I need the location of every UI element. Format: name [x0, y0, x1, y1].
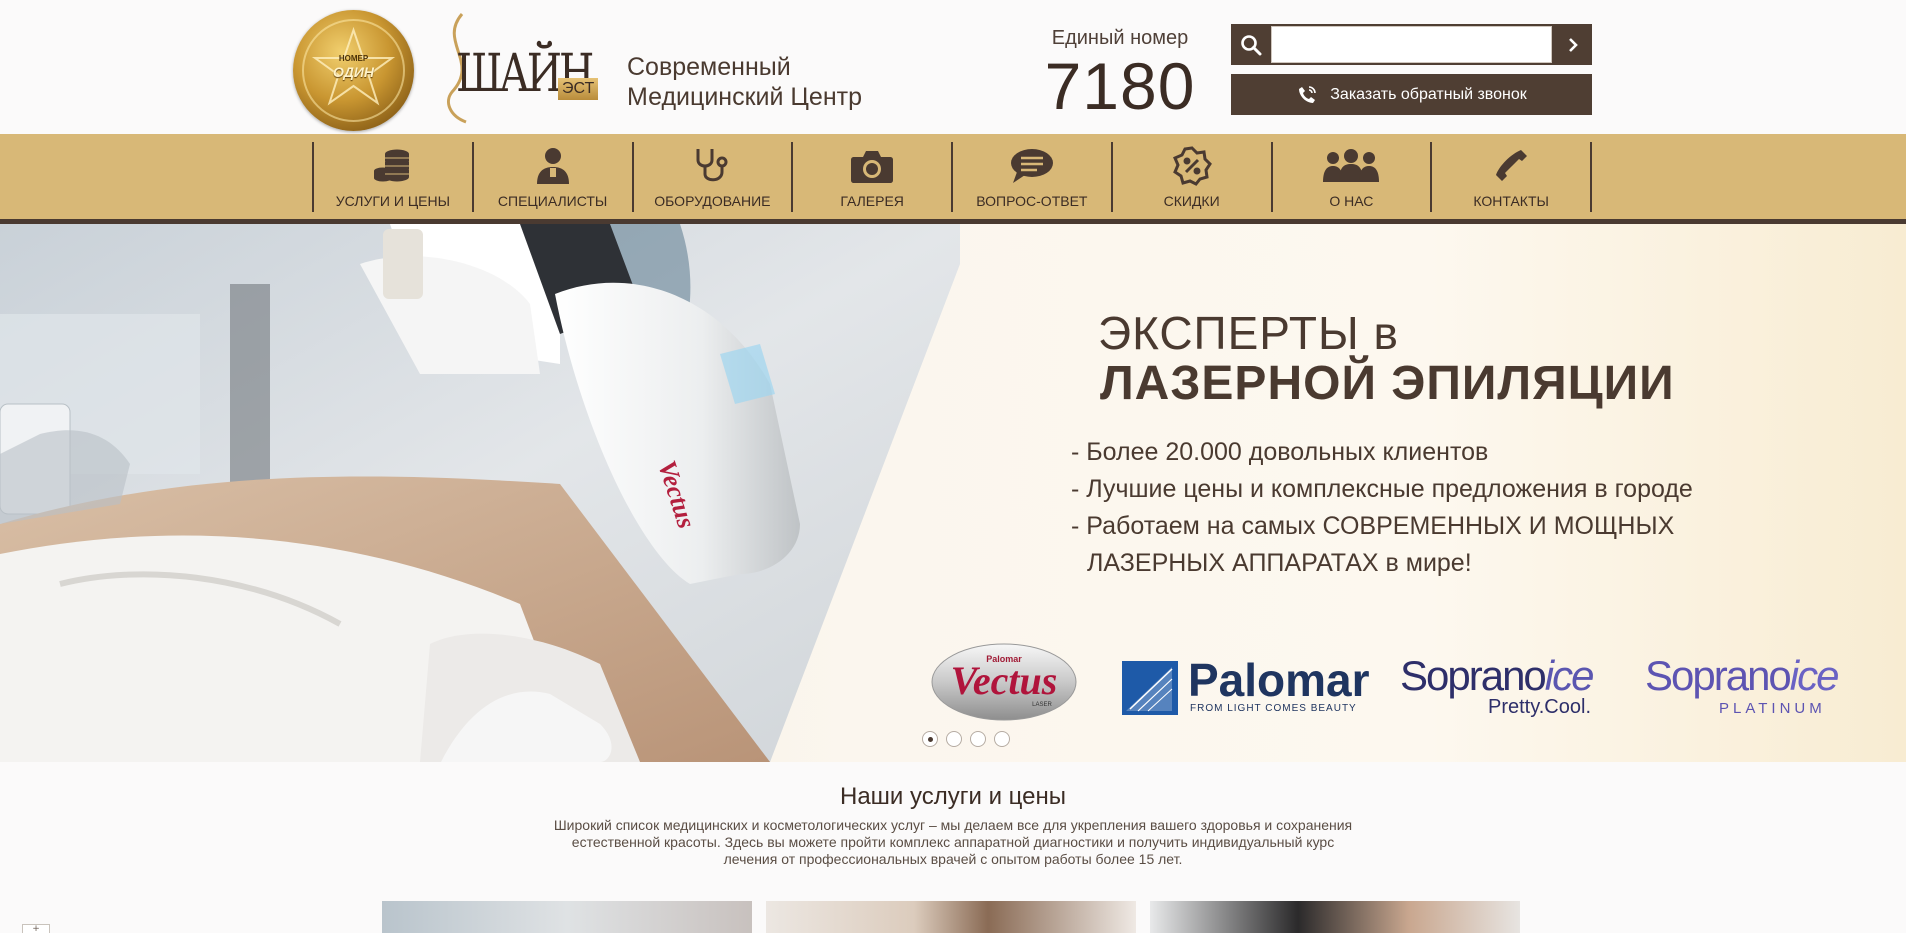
- nav-item-specialists[interactable]: СПЕЦИАЛИСТЫ: [474, 142, 634, 212]
- soprano-name: Soprano: [1400, 652, 1547, 699]
- tagline-line-2: Медицинский Центр: [627, 83, 862, 111]
- vectus-logo: Palomar Vectus LASER: [930, 642, 1078, 722]
- search-bar: [1231, 24, 1592, 65]
- coins-icon: [314, 146, 472, 186]
- hero-benefit: - Работаем на самых СОВРЕМЕННЫХ И МОЩНЫХ: [1071, 512, 1675, 540]
- search-input[interactable]: [1271, 26, 1552, 63]
- search-submit-chevron-icon[interactable]: [1553, 24, 1592, 65]
- tagline-line-1: Современный: [627, 53, 791, 81]
- nav-item-about[interactable]: О НАС: [1273, 142, 1433, 212]
- nav-label: ОБОРУДОВАНИЕ: [654, 193, 771, 209]
- nav-item-faq[interactable]: ВОПРОС-ОТВЕТ: [953, 142, 1113, 212]
- soprano-ice: ice: [1789, 652, 1840, 699]
- doctor-icon: [474, 146, 632, 186]
- service-card[interactable]: [382, 901, 752, 933]
- hero-title-line-1: ЭКСПЕРТЫ в: [1098, 307, 1399, 359]
- hero-benefit: ЛАЗЕРНЫХ АППАРАТАХ в мире!: [1087, 549, 1472, 577]
- phone-call-icon: [1299, 85, 1317, 103]
- nav-item-equipment[interactable]: ОБОРУДОВАНИЕ: [634, 142, 794, 212]
- slider-dot[interactable]: [922, 731, 938, 747]
- hero-slider[interactable]: Vectus ЭКСПЕРТЫ в ЛАЗЕРНОЙ ЭПИЛЯЦИИ - Бо…: [0, 224, 1906, 762]
- nav-label: СКИДКИ: [1163, 193, 1220, 209]
- nav-label: О НАС: [1329, 193, 1374, 209]
- search-icon[interactable]: [1231, 24, 1271, 65]
- soprano-name: Soprano: [1645, 652, 1792, 699]
- nav-item-contacts[interactable]: КОНТАКТЫ: [1432, 142, 1592, 212]
- soprano-ice: ice: [1544, 652, 1595, 699]
- scroll-widget-button[interactable]: +: [22, 924, 50, 933]
- site-tagline: Современный Медицинский Центр: [627, 52, 862, 112]
- soprano-ice-platinum-logo: Sopranoice PLATINUM: [1645, 652, 1875, 724]
- slider-dot[interactable]: [970, 731, 986, 747]
- service-card[interactable]: [766, 901, 1136, 933]
- soprano-ice-logo: Sopranoice Pretty.Cool.: [1400, 652, 1620, 724]
- nav-item-discounts[interactable]: СКИДКИ: [1113, 142, 1273, 212]
- callback-label: Заказать обратный звонок: [1330, 85, 1527, 103]
- slider-dot[interactable]: [994, 731, 1010, 747]
- discount-badge-icon: [1113, 146, 1271, 186]
- services-description: Широкий список медицинских и косметологи…: [553, 817, 1353, 867]
- phone-icon: [1432, 146, 1590, 186]
- laser-epilation-photo: Vectus: [0, 224, 960, 762]
- nav-label: СПЕЦИАЛИСТЫ: [497, 193, 608, 209]
- hero-benefits-list: - Более 20.000 довольных клиентов - Лучш…: [1071, 434, 1851, 582]
- chat-bubble-icon: [953, 146, 1111, 186]
- services-section-title: Наши услуги и цены: [840, 783, 1066, 810]
- brand-logo[interactable]: ШАЙН ЭСТ: [432, 12, 604, 124]
- nav-label: КОНТАКТЫ: [1473, 193, 1549, 209]
- soprano-subtitle: PLATINUM: [1719, 700, 1826, 717]
- slider-dot[interactable]: [946, 731, 962, 747]
- vectus-sub-text: LASER: [1032, 702, 1052, 708]
- vectus-name-text: Vectus: [951, 658, 1058, 703]
- nav-item-gallery[interactable]: ГАЛЕРЕЯ: [793, 142, 953, 212]
- medal-main-text: ОДИН: [333, 64, 374, 80]
- soprano-subtitle: Pretty.Cool.: [1488, 696, 1591, 718]
- main-navigation: УСЛУГИ И ЦЕНЫ СПЕЦИАЛИСТЫ ОБОРУДОВАНИЕ Г…: [0, 134, 1906, 220]
- phone-label: Единый номер: [1051, 27, 1189, 49]
- callback-request-button[interactable]: Заказать обратный звонок: [1231, 74, 1592, 115]
- service-cards: [382, 901, 1521, 933]
- phone-number[interactable]: 7180: [1040, 48, 1200, 124]
- nav-item-services[interactable]: УСЛУГИ И ЦЕНЫ: [314, 142, 474, 212]
- service-card[interactable]: [1150, 901, 1520, 933]
- site-header: НОМЕР ОДИН ШАЙН ЭСТ Современный Медицинс…: [0, 0, 1906, 134]
- stethoscope-icon: [634, 146, 792, 186]
- palomar-logo: Palomar FROM LIGHT COMES BEAUTY: [1122, 654, 1370, 719]
- palomar-tagline: FROM LIGHT COMES BEAUTY: [1190, 703, 1357, 714]
- medal-top-text: НОМЕР: [338, 54, 369, 63]
- brand-suffix: ЭСТ: [558, 78, 599, 100]
- award-medal-logo: НОМЕР ОДИН: [293, 10, 414, 131]
- palomar-name: Palomar: [1188, 654, 1370, 706]
- hero-benefit: - Лучшие цены и комплексные предложения …: [1071, 475, 1693, 503]
- nav-label: ВОПРОС-ОТВЕТ: [976, 193, 1088, 209]
- camera-icon: [793, 146, 951, 186]
- group-icon: [1273, 146, 1431, 186]
- hero-benefit: - Более 20.000 довольных клиентов: [1071, 438, 1489, 466]
- hero-title-line-2: ЛАЗЕРНОЙ ЭПИЛЯЦИИ: [1100, 357, 1675, 410]
- slider-pagination: [922, 731, 1010, 747]
- nav-label: ГАЛЕРЕЯ: [840, 193, 904, 209]
- nav-label: УСЛУГИ И ЦЕНЫ: [335, 193, 451, 209]
